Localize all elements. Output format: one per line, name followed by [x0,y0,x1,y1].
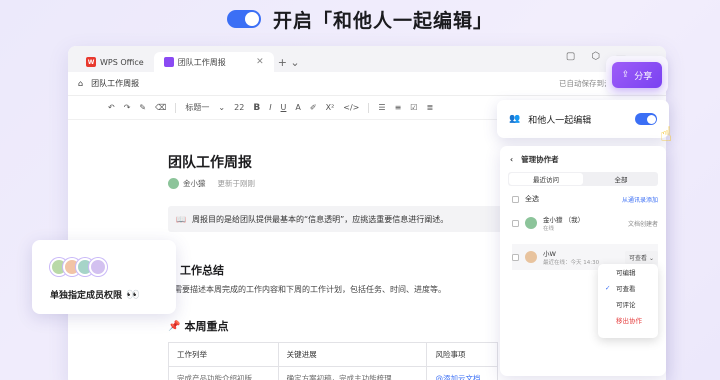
avatar [525,251,537,263]
tab-label: 团队工作周报 [177,57,226,67]
panel-tabs: 最近访问 全部 [508,172,658,186]
format-painter-icon[interactable]: ✎ [139,103,146,112]
author-name: 金小獴 [183,179,206,188]
hero-title: 开启「和他人一起编辑」 [272,9,493,32]
tab-label: WPS Office [100,57,144,67]
ordered-list-icon[interactable]: ≡ [395,103,402,112]
superscript-button[interactable]: X² [326,103,335,112]
tab-all[interactable]: 全部 [584,172,658,186]
section-heading-summary[interactable]: 工作总结 [180,262,224,278]
dropdown-item-remove[interactable]: 移出协作 [598,312,658,328]
author-avatar [168,178,179,189]
wps-logo-icon: W [86,57,96,67]
italic-button[interactable]: I [269,103,271,112]
tab-wps-office[interactable]: W WPS Office [76,52,154,72]
table-cell-link[interactable]: @添加云文档 [426,366,498,380]
avatar [525,217,537,229]
panel-header: ‹ 管理协作者 [500,146,666,172]
callout-text: 周报目的是给团队提供最基本的“信息透明”，应挑选重要信息进行阐述。 [191,214,449,224]
avatar-group [50,258,107,276]
updated-time: 更新于刚刚 [217,179,256,188]
collab-toggle-card: 👥 和他人一起编辑 [497,100,669,138]
table-cell[interactable]: 完成产品功能介绍初版 [168,366,279,380]
member-status: 在线 [543,226,555,232]
home-icon[interactable]: ⌂ [78,79,83,88]
dropdown-item-view[interactable]: ✓ 可查看 [598,280,658,296]
check-icon: ✓ [605,284,611,292]
share-icon: ⇪ [621,70,630,80]
users-icon: 👥 [509,114,521,124]
permission-dropdown: 可编辑 ✓ 可查看 可评论 移出协作 [598,264,658,338]
chevron-down-icon[interactable]: ⌄ [218,103,225,112]
hero-toggle-icon [226,10,261,28]
font-color-button[interactable]: A [295,103,300,112]
table-header[interactable]: 风险事项 [426,342,498,367]
member-info: 金小獴 （我） 在线 [543,214,584,232]
member-name: 小W [543,250,556,258]
member-checkbox[interactable] [512,253,519,261]
back-icon[interactable]: ‹ [510,155,513,164]
table-header[interactable]: 工作列举 [168,342,279,367]
member-info: 小W 最近在线：今天 14:30 [543,248,599,266]
bold-button[interactable]: B [253,103,260,113]
eyes-icon: 👀 [126,288,140,301]
tab-bar: W WPS Office 团队工作周报 ✕ + ⌄ ▢ ⬡ — [68,46,666,72]
pin-icon: 📌 [168,320,181,332]
document-icon [163,57,174,67]
member-checkbox[interactable] [512,219,519,227]
member-row: 金小獴 （我） 在线 文档创建者 [512,214,658,232]
document-title[interactable]: 团队工作周报 [168,152,252,172]
avatar [89,258,107,276]
font-size-select[interactable]: 22 [234,103,244,112]
collab-toggle[interactable] [635,113,657,125]
doc-name: 团队工作周报 [91,79,140,88]
select-all-row: 全选 从通讯录添加 [512,194,658,204]
align-icon[interactable]: ≣ [426,103,433,112]
checkbox-icon[interactable]: ☑ [410,103,417,112]
select-all-checkbox[interactable] [512,195,519,203]
cube-icon[interactable]: ⬡ [591,51,600,62]
assign-label: 单独指定成员权限 👀 [50,288,140,301]
title-bar: ⌂ 团队工作周报 已自动保存到云端 ☁ [68,72,666,96]
section-paragraph[interactable]: 需要描述本周完成的工作内容和下周的工作计划，包括任务、时间、进度等。 [174,284,446,295]
document-meta: 金小獴 更新于刚刚 [168,178,255,189]
undo-icon[interactable]: ↶ [108,103,115,112]
member-role: 文档创建者 [627,220,658,228]
permission-select[interactable]: 可查看 ⌄ [625,250,658,264]
new-tab-button[interactable]: + ⌄ [274,52,304,72]
table-header[interactable]: 关键进展 [277,342,428,367]
share-button[interactable]: ⇪ 分享 [612,62,662,88]
close-tab-icon[interactable]: ✕ [256,57,264,67]
divider [175,102,177,113]
tab-recent[interactable]: 最近访问 [509,173,583,185]
eraser-icon[interactable]: ⌫ [155,103,166,112]
collab-label: 和他人一起编辑 [528,115,592,126]
book-icon: 📖 [176,214,186,224]
underline-button[interactable]: U [281,103,287,112]
pointer-hand-icon: ☝ [660,122,673,146]
window-icon[interactable]: ▢ [566,51,575,62]
panel-title: 管理协作者 [521,154,559,164]
manage-collaborators-panel: ‹ 管理协作者 最近访问 全部 全选 从通讯录添加 金小獴 （我） 在线 文档创… [500,146,666,376]
code-button[interactable]: </> [343,103,359,112]
callout-block[interactable]: 📖 周报目的是给团队提供最基本的“信息透明”，应挑选重要信息进行阐述。 [168,206,508,232]
heading-select[interactable]: 标题一 [185,102,209,113]
highlight-icon[interactable]: ✐ [310,103,317,112]
select-all-label: 全选 [525,195,539,203]
table-cell[interactable]: 确定方案初稿，完成主功能梳理 [277,366,428,380]
divider [368,102,370,113]
assign-permission-card: 单独指定成员权限 👀 [32,240,176,314]
member-status: 最近在线：今天 14:30 [543,260,600,266]
add-from-contacts-link[interactable]: 从通讯录添加 [622,195,658,204]
tab-document[interactable]: 团队工作周报 ✕ [153,52,274,72]
dropdown-item-comment[interactable]: 可评论 [598,296,658,312]
member-name: 金小獴 （我） [543,216,585,224]
redo-icon[interactable]: ↷ [124,103,131,112]
section-heading-focus[interactable]: 📌 本周重点 [168,318,228,334]
list-icon[interactable]: ☰ [378,103,385,112]
hero-banner: 开启「和他人一起编辑」 [0,6,720,32]
work-table: 工作列举 关键进展 风险事项 完成产品功能介绍初版 确定方案初稿，完成主功能梳理… [168,342,498,380]
dropdown-item-edit[interactable]: 可编辑 [598,264,658,280]
